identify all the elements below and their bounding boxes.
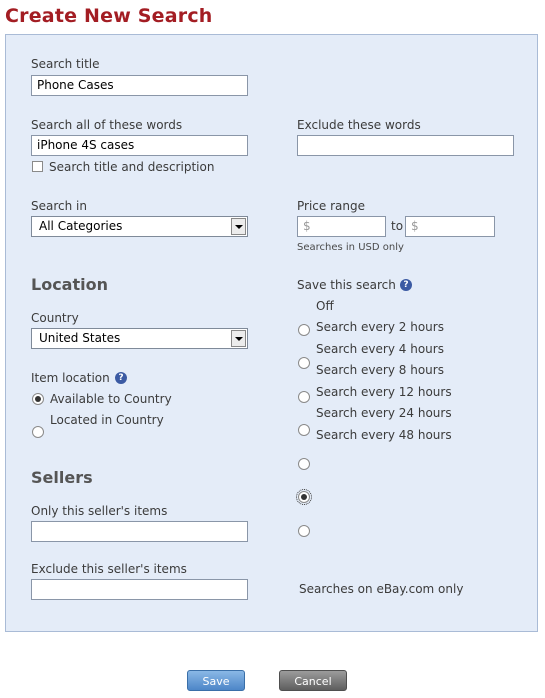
radio-save-48h[interactable] <box>298 525 310 537</box>
dropdown-arrow-icon[interactable] <box>231 330 246 347</box>
save-option-label: Search every 48 hours <box>316 428 452 442</box>
country-value: United States <box>39 331 121 345</box>
search-title-label: Search title <box>31 57 100 71</box>
help-icon[interactable]: ? <box>115 372 127 384</box>
radio-located-in-country[interactable] <box>32 426 44 438</box>
sellers-heading: Sellers <box>31 468 93 487</box>
cancel-button[interactable]: Cancel <box>279 670 347 691</box>
available-to-country-label: Available to Country <box>50 392 172 406</box>
exclude-words-input[interactable] <box>297 135 514 156</box>
save-search-label: Save this search <box>297 278 396 292</box>
search-title-input[interactable]: Phone Cases <box>31 75 248 96</box>
price-min-input[interactable]: $ <box>297 216 386 237</box>
search-in-select[interactable]: All Categories <box>31 216 248 237</box>
search-in-label: Search in <box>31 199 87 213</box>
save-option-label: Search every 12 hours <box>316 385 452 399</box>
search-description-checkbox[interactable] <box>32 161 43 172</box>
page-title: Create New Search <box>5 5 213 27</box>
search-description-label: Search title and description <box>49 160 215 174</box>
radio-save-12h[interactable] <box>298 458 310 470</box>
located-in-country-label: Located in Country <box>50 413 164 427</box>
radio-save-4h[interactable] <box>298 391 310 403</box>
radio-save-2h[interactable] <box>298 357 310 369</box>
radio-save-24h[interactable] <box>296 489 312 505</box>
dropdown-arrow-icon[interactable] <box>231 218 246 235</box>
only-seller-label: Only this seller's items <box>31 504 168 518</box>
price-usd-note: Searches in USD only <box>297 242 404 253</box>
save-option-label: Off <box>316 299 334 313</box>
save-option-label: Search every 2 hours <box>316 320 444 334</box>
all-words-label: Search all of these words <box>31 118 183 132</box>
exclude-words-label: Exclude these words <box>297 118 421 132</box>
country-label: Country <box>31 311 79 325</box>
ebay-only-note: Searches on eBay.com only <box>299 582 464 596</box>
radio-save-off[interactable] <box>298 324 310 336</box>
price-to-label: to <box>391 219 404 233</box>
country-select[interactable]: United States <box>31 328 248 349</box>
radio-save-8h[interactable] <box>298 424 310 436</box>
price-max-input[interactable]: $ <box>405 216 495 237</box>
item-location-label: Item location <box>31 371 110 385</box>
exclude-seller-input[interactable] <box>31 579 248 600</box>
only-seller-input[interactable] <box>31 521 248 542</box>
help-icon[interactable]: ? <box>400 279 412 291</box>
save-option-label: Search every 24 hours <box>316 406 452 420</box>
save-option-label: Search every 4 hours <box>316 342 444 356</box>
save-option-label: Search every 8 hours <box>316 363 444 377</box>
exclude-seller-label: Exclude this seller's items <box>31 562 187 576</box>
save-button[interactable]: Save <box>187 670 245 691</box>
radio-available-to-country[interactable] <box>32 393 44 405</box>
search-in-value: All Categories <box>39 219 123 233</box>
all-words-input[interactable]: iPhone 4S cases <box>31 135 248 156</box>
price-range-label: Price range <box>297 199 365 213</box>
location-heading: Location <box>31 275 108 294</box>
